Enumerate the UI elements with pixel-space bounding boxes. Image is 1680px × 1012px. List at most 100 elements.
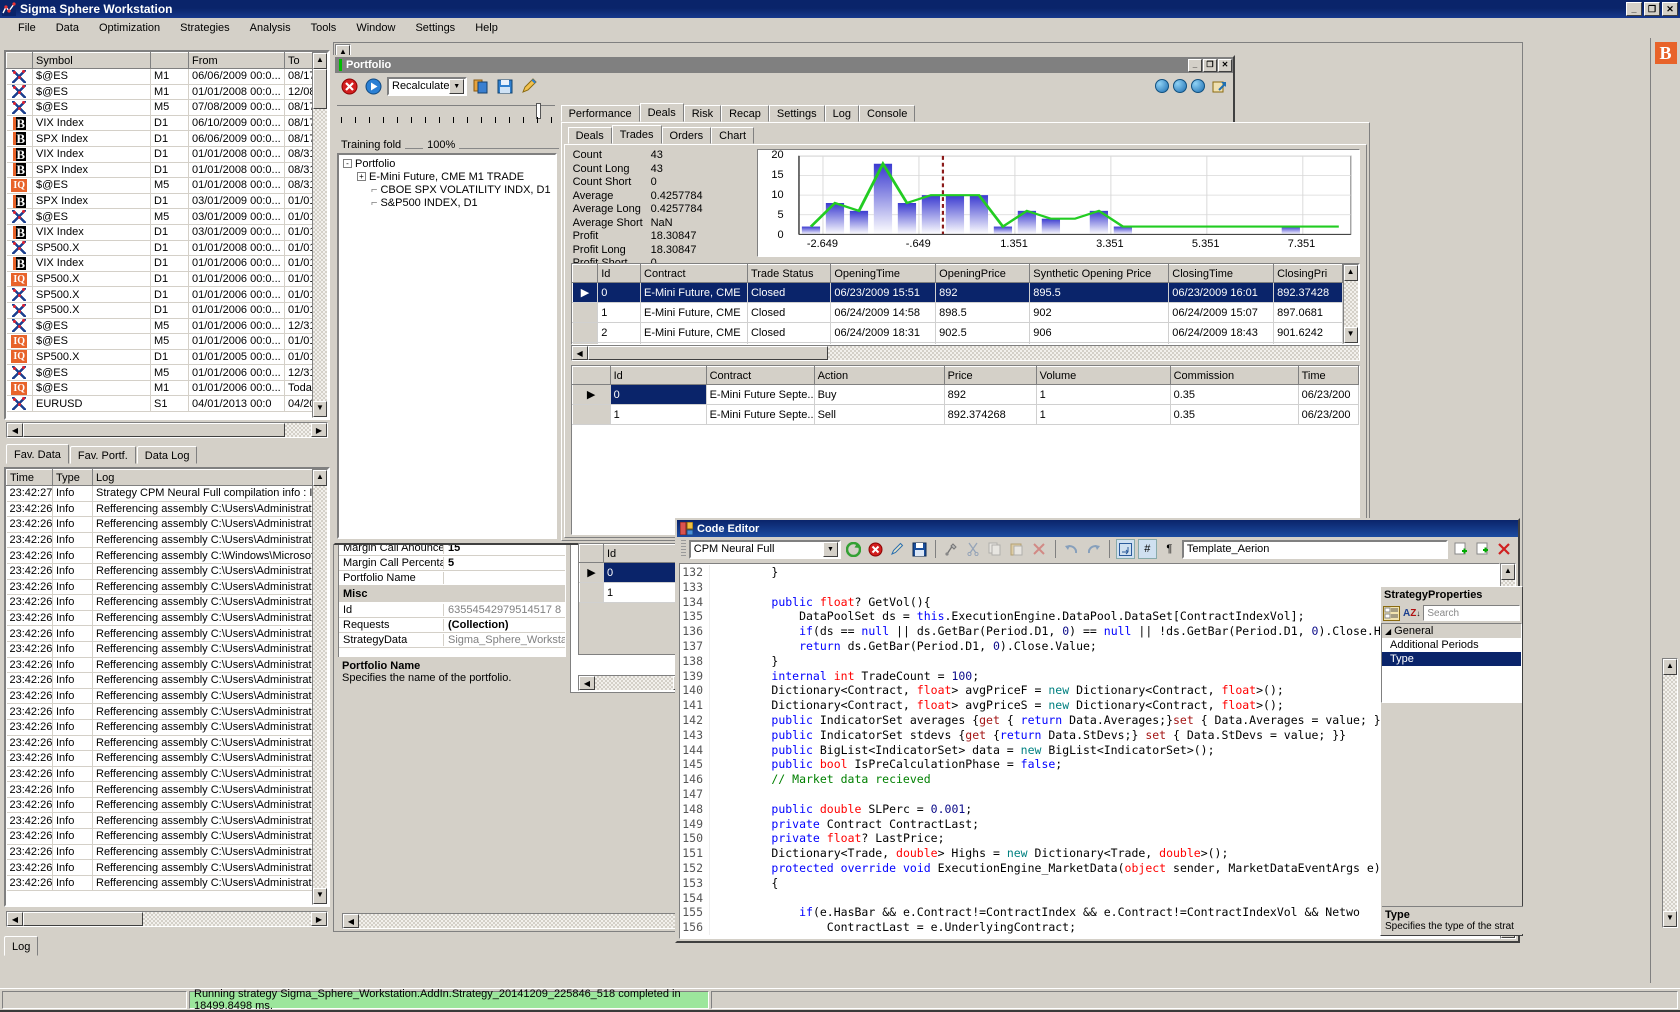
strategy-property-item[interactable]: Additional Periods xyxy=(1382,638,1521,652)
property-row[interactable]: Requests (Collection) xyxy=(339,618,565,633)
col-time[interactable]: Time xyxy=(6,469,53,486)
code-line[interactable]: 141 Dictionary<Contract, float> avgPrice… xyxy=(680,698,1499,713)
table-row[interactable]: B SPX IndexD103/01/2009 00:0...01/01/2010… xyxy=(6,193,312,210)
row-indicator[interactable]: ▶ xyxy=(571,384,611,405)
list-item[interactable]: 23:42:26 Info Refferencing assembly C:\Use… xyxy=(6,797,312,814)
portfolio-tree[interactable]: - Portfolio + E-Mini Future, CME M1 TRADE ⌐ C… xyxy=(337,153,557,539)
code-line[interactable]: 151 Dictionary<Trade, double> Highs = ne… xyxy=(680,846,1499,861)
table-row[interactable]: $@ESM501/01/2006 00:0...12/31/2014 00:0. xyxy=(6,318,312,335)
portfolio-maximize-button[interactable]: ❐ xyxy=(1203,58,1217,72)
wordwrap-icon[interactable] xyxy=(1115,539,1135,559)
undo-icon[interactable] xyxy=(1062,539,1081,559)
col-to[interactable]: To xyxy=(284,52,312,69)
trades-scroll-up[interactable]: ▲ xyxy=(1343,265,1358,281)
globe-icon-1[interactable] xyxy=(1155,79,1169,93)
property-value[interactable]: (Collection) xyxy=(444,619,565,631)
code-line[interactable]: 144 public BigList<IndicatorSet> data = … xyxy=(680,742,1499,758)
table-row[interactable]: 3E-Mini Future, CMEClosed06/25/2009 15:1… xyxy=(571,342,1343,344)
list-item[interactable]: 23:42:26 Info Refferencing assembly C:\Win… xyxy=(6,547,312,564)
list-item[interactable]: 23:42:26 Info Refferencing assembly C:\Use… xyxy=(6,532,312,549)
orders-col-row[interactable] xyxy=(571,366,611,385)
tab-log[interactable]: Log xyxy=(4,936,39,956)
strategy-combo[interactable]: CPM Neural Full ▼ xyxy=(688,539,841,559)
orders-col-id[interactable]: Id xyxy=(609,366,707,385)
list-item[interactable]: 23:42:26 Info Refferencing assembly C:\Use… xyxy=(6,688,312,705)
row-indicator[interactable]: ▶ xyxy=(571,282,599,303)
code-line[interactable]: 150 private float? LastPrice; xyxy=(680,831,1499,847)
table-row[interactable]: SP500.XD101/01/2006 00:0...01/01/2014 00… xyxy=(6,286,312,303)
categorized-icon[interactable] xyxy=(1383,605,1400,621)
globe-icon-2[interactable] xyxy=(1173,79,1187,93)
list-item[interactable]: 23:42:26 Info Refferencing assembly C:\Use… xyxy=(6,828,312,845)
table-row[interactable]: 1 E-Mini Future, CME Closed 06/24/2009 14:5… xyxy=(571,302,1343,323)
code-line[interactable]: 153 { xyxy=(680,875,1499,891)
log-hscroll-track[interactable] xyxy=(143,912,311,926)
favorite-data-grid[interactable]: Symbol From To $@ES M1 06/06/2009 00:0... 0… xyxy=(4,50,330,420)
col-type[interactable]: Type xyxy=(52,469,93,486)
table-row[interactable]: SP500.XD101/01/2006 00:0...01/01/2014 00… xyxy=(6,302,312,319)
log-scroll-right-arrow[interactable]: ▶ xyxy=(311,912,327,926)
trades-col-openingtime[interactable]: OpeningTime xyxy=(830,264,937,283)
table-row[interactable]: IQ $@ESM501/01/2006 00:0...01/01/2014 00:… xyxy=(6,333,312,350)
code-text-area[interactable]: 132 } 133 134 public float? GetVol(){135 D… xyxy=(679,563,1500,939)
col-log[interactable]: Log xyxy=(92,469,312,486)
export-icon[interactable] xyxy=(1209,76,1229,96)
scroll-track[interactable] xyxy=(313,109,327,401)
close-template-icon[interactable] xyxy=(1495,539,1514,559)
log-scroll-up-arrow[interactable]: ▲ xyxy=(313,470,327,486)
row-indicator[interactable] xyxy=(571,302,599,323)
list-item[interactable]: 23:42:26 Info Refferencing assembly C:\Use… xyxy=(6,501,312,518)
list-item[interactable]: 23:42:26 Info Refferencing assembly C:\Use… xyxy=(6,563,312,580)
code-line[interactable]: 148 public double SLPerc = 0.001; xyxy=(680,801,1499,817)
expand-triangle-icon[interactable]: ◢ xyxy=(1385,627,1391,636)
pencil-edit-icon[interactable] xyxy=(888,539,907,559)
tree-node[interactable]: - Portfolio xyxy=(343,157,551,170)
tree-node[interactable]: ⌐ CBOE SPX VOLATILITY INDX, D1 xyxy=(343,183,551,196)
list-item[interactable]: 23:42:26 Info Refferencing assembly C:\Use… xyxy=(6,672,312,689)
strategy-properties-category[interactable]: ◢ General xyxy=(1382,624,1521,638)
list-item[interactable]: 23:42:26 Info Refferencing assembly C:\Use… xyxy=(6,657,312,674)
tab-settings[interactable]: Settings xyxy=(768,105,825,122)
bottom-scroll-track[interactable] xyxy=(595,676,673,690)
code-line[interactable]: 145 public bool IsPreCalculationPhase = … xyxy=(680,757,1499,773)
menu-strategies[interactable]: Strategies xyxy=(170,20,240,36)
trades-col-contract[interactable]: Contract xyxy=(640,264,748,283)
trades-col-closingtime[interactable]: ClosingTime xyxy=(1168,264,1275,283)
code-line[interactable]: 133 xyxy=(680,579,1499,595)
row-indicator[interactable] xyxy=(571,404,611,425)
orders-col-contract[interactable]: Contract xyxy=(705,366,815,385)
scroll-right-arrow[interactable]: ▶ xyxy=(311,423,327,437)
code-line[interactable]: 137 return ds.GetBar(Period.D1, 0).Close… xyxy=(680,638,1499,654)
trades-col-trade-status[interactable]: Trade Status xyxy=(746,264,832,283)
tab-data-log[interactable]: Data Log xyxy=(136,446,198,464)
row-indicator[interactable] xyxy=(571,342,599,344)
copy-icon[interactable] xyxy=(471,76,491,96)
property-value[interactable]: 63554542979514517 8 xyxy=(444,604,565,616)
right-scroll-down[interactable]: ▼ xyxy=(1663,911,1677,927)
close-button[interactable]: ✕ xyxy=(1662,2,1678,16)
log-hscroll-thumb[interactable] xyxy=(23,912,143,926)
list-item[interactable]: 23:42:26 Info Refferencing assembly C:\Use… xyxy=(6,719,312,736)
list-item[interactable]: 23:42:26 Info Refferencing assembly C:\Use… xyxy=(6,875,312,892)
list-item[interactable]: 23:42:26 Info Refferencing assembly C:\Use… xyxy=(6,859,312,876)
table-row[interactable]: $@ESM106/06/2009 00:0...08/17/2009 00:0. xyxy=(6,68,312,85)
template-field[interactable]: Template_Aerion xyxy=(1181,539,1449,559)
code-line[interactable]: 143 public IndicatorSet stdevs {get {ret… xyxy=(680,727,1499,743)
log-scroll-left-arrow[interactable]: ◀ xyxy=(7,912,23,926)
table-row[interactable]: B VIX IndexD103/01/2009 00:0...01/01/2010… xyxy=(6,224,312,241)
minimize-button[interactable]: _ xyxy=(1626,2,1642,16)
property-row[interactable]: Margin Call Percentag 5 xyxy=(339,556,565,571)
copy-code-icon[interactable] xyxy=(986,539,1005,559)
log-grid-vscrollbar[interactable]: ▲ ▼ xyxy=(312,469,328,905)
code-line[interactable]: 147 xyxy=(680,786,1499,802)
tab-recap[interactable]: Recap xyxy=(721,105,769,122)
trades-scroll-down[interactable]: ▼ xyxy=(1343,327,1358,343)
col-from[interactable]: From xyxy=(188,52,285,69)
property-value[interactable]: Sigma_Sphere_Workstat xyxy=(444,634,565,646)
trades-hthumb[interactable] xyxy=(587,346,828,360)
trades-table[interactable]: Id Contract Trade Status OpeningTime Opening… xyxy=(571,264,1343,344)
run-icon[interactable] xyxy=(363,76,383,96)
bottom-col-row[interactable] xyxy=(579,544,604,563)
cut-icon[interactable] xyxy=(964,539,983,559)
orders-grid-wrap[interactable]: Id Contract Action Price Volume Commission Tim… xyxy=(570,365,1360,535)
